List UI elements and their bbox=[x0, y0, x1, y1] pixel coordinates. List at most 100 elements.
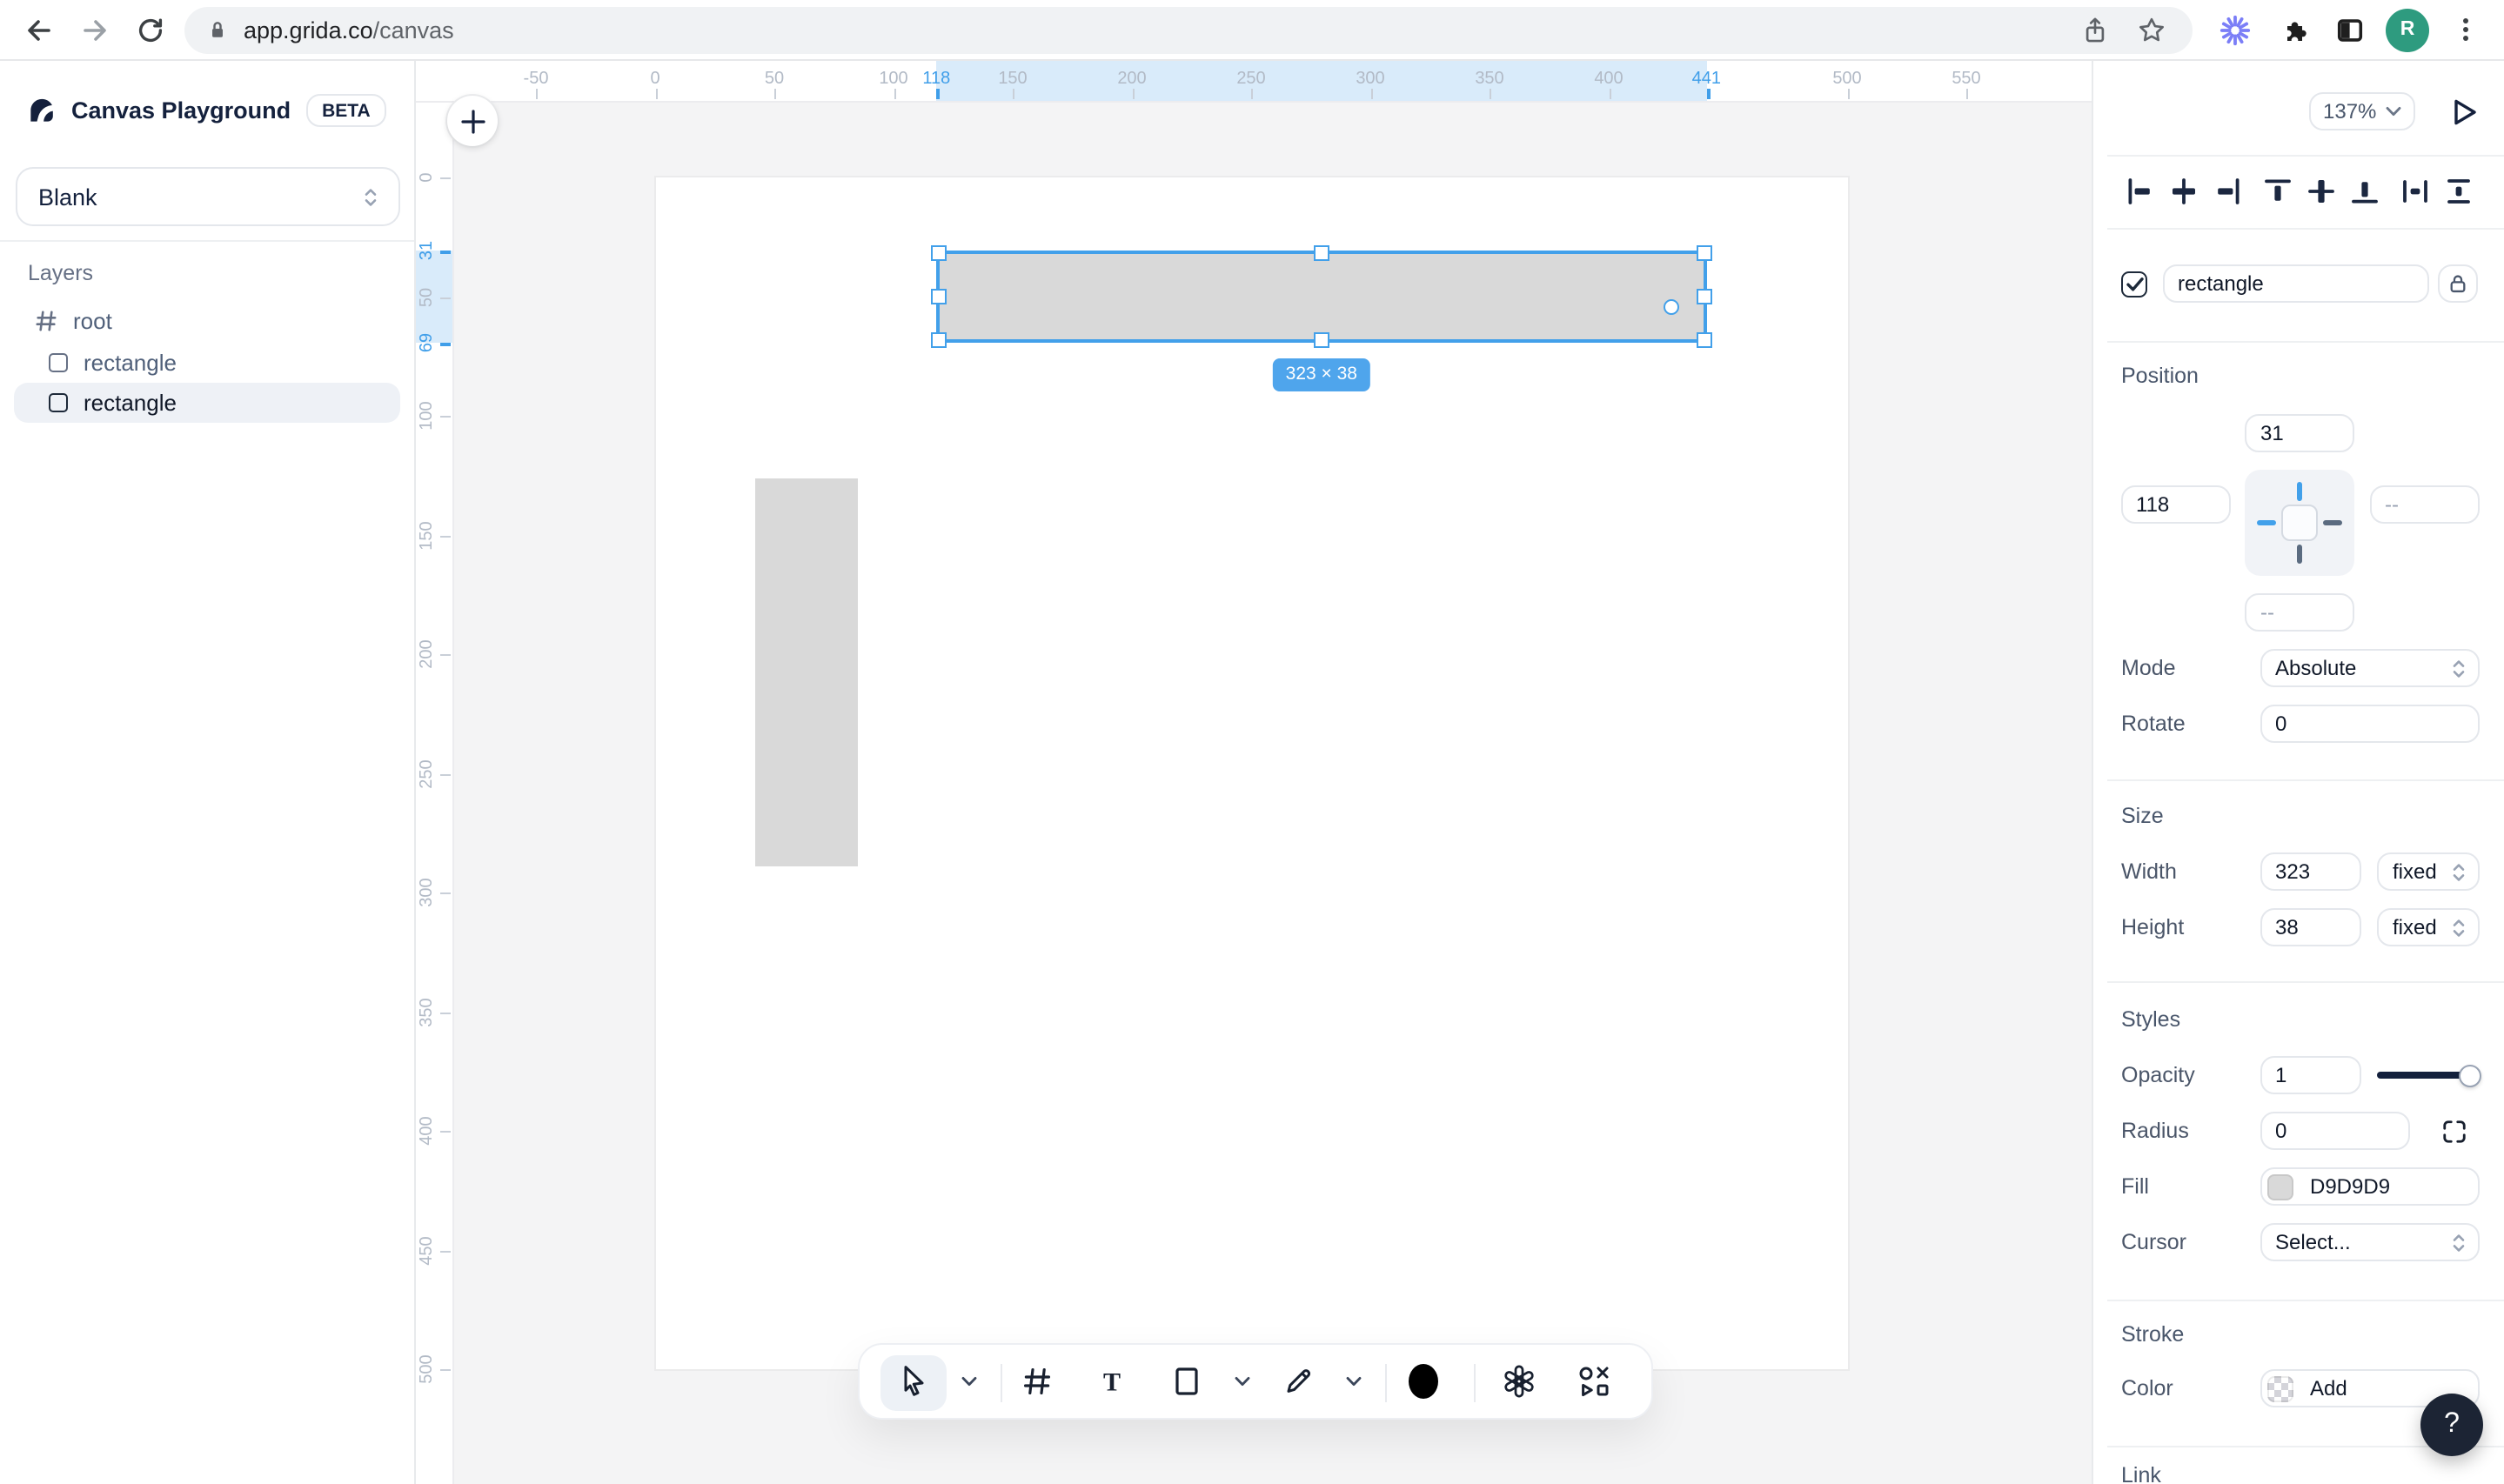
layer-row-root[interactable]: root bbox=[0, 297, 414, 343]
canvas-rectangle-selected[interactable] bbox=[930, 244, 1713, 349]
back-icon[interactable] bbox=[17, 9, 59, 50]
fill-label: Fill bbox=[2121, 1174, 2149, 1199]
grid-frame-tool[interactable] bbox=[1021, 1366, 1051, 1395]
resize-handle-bottom-right[interactable] bbox=[1697, 332, 1713, 349]
layer-row-rectangle-1[interactable]: rectangle bbox=[0, 339, 414, 384]
chevron-up-down-icon bbox=[2453, 659, 2465, 677]
resize-handle-top[interactable] bbox=[1313, 244, 1329, 261]
align-right-icon[interactable] bbox=[2213, 177, 2241, 205]
resize-handle-top-left[interactable] bbox=[930, 244, 947, 261]
position-right-input[interactable] bbox=[2369, 485, 2479, 524]
align-top-icon[interactable] bbox=[2264, 177, 2292, 205]
anchor-bottom-tick[interactable] bbox=[2297, 545, 2302, 564]
ellipse-dot-tool[interactable] bbox=[1407, 1362, 1438, 1399]
rectangle-tool-chevron-down-icon[interactable] bbox=[1234, 1375, 1249, 1386]
lock-icon bbox=[2450, 275, 2466, 293]
add-canvas-button[interactable] bbox=[447, 96, 498, 146]
address-bar[interactable]: app.grida.co/canvas bbox=[184, 6, 2193, 53]
url-text: app.grida.co/canvas bbox=[244, 17, 454, 43]
ruler-highlight-tick bbox=[936, 89, 941, 99]
position-heading: Position bbox=[2121, 364, 2199, 388]
height-mode-select[interactable]: fixed bbox=[2377, 908, 2480, 946]
help-button[interactable]: ? bbox=[2420, 1394, 2483, 1456]
radius-input[interactable] bbox=[2260, 1112, 2410, 1150]
align-bottom-icon[interactable] bbox=[2351, 177, 2379, 205]
panel-divider bbox=[2107, 155, 2504, 157]
forward-icon[interactable] bbox=[73, 9, 115, 50]
ruler-tick-mark bbox=[1251, 89, 1253, 99]
position-anchor-pad[interactable] bbox=[2245, 470, 2354, 576]
rectangle-tool[interactable] bbox=[1172, 1365, 1200, 1396]
text-tool[interactable]: T bbox=[1097, 1367, 1125, 1394]
selection-size-badge: 323 × 38 bbox=[1273, 358, 1369, 391]
fill-color-swatch[interactable] bbox=[2266, 1173, 2293, 1200]
ai-assistant-tool[interactable] bbox=[1501, 1363, 1536, 1398]
layer-label: rectangle bbox=[84, 390, 177, 416]
chevron-up-down-icon bbox=[2453, 1233, 2465, 1251]
anchor-left-tick[interactable] bbox=[2257, 520, 2276, 525]
resize-handle-bottom[interactable] bbox=[1313, 332, 1329, 349]
bookmark-star-icon[interactable] bbox=[2130, 9, 2172, 50]
transparent-swatch-icon bbox=[2266, 1375, 2293, 1401]
height-input[interactable] bbox=[2260, 908, 2360, 946]
position-left-input[interactable] bbox=[2120, 485, 2230, 524]
align-center-horizontal-icon[interactable] bbox=[2170, 177, 2198, 205]
cursor-tool-chevron-down-icon[interactable] bbox=[961, 1375, 976, 1386]
browser-menu-dots-icon[interactable] bbox=[2445, 9, 2487, 50]
zoom-level-select[interactable]: 137% bbox=[2309, 91, 2415, 130]
width-mode-select[interactable]: fixed bbox=[2377, 852, 2480, 891]
puzzle-extension-icon[interactable] bbox=[2271, 9, 2313, 50]
position-mode-select[interactable]: Absolute bbox=[2260, 649, 2480, 687]
anchor-right-tick[interactable] bbox=[2323, 520, 2342, 525]
template-select[interactable]: Blank bbox=[16, 167, 400, 226]
independent-corners-icon[interactable] bbox=[2440, 1118, 2467, 1144]
canvas-rectangle-unselected[interactable] bbox=[755, 478, 858, 866]
opacity-slider-track[interactable] bbox=[2377, 1072, 2469, 1079]
share-icon[interactable] bbox=[2074, 9, 2116, 50]
layer-name-input[interactable] bbox=[2162, 264, 2429, 303]
fill-color-control[interactable]: D9D9D9 bbox=[2260, 1167, 2480, 1206]
cursor-select[interactable]: Select... bbox=[2260, 1223, 2480, 1261]
panel-divider bbox=[2107, 1299, 2504, 1300]
distribute-vertical-icon[interactable] bbox=[2445, 177, 2473, 205]
ruler-tick-label: 200 bbox=[1117, 70, 1147, 89]
align-left-icon[interactable] bbox=[2126, 177, 2154, 205]
beta-badge: BETA bbox=[306, 94, 386, 127]
rotate-input[interactable] bbox=[2260, 705, 2480, 743]
side-panel-icon[interactable] bbox=[2328, 9, 2370, 50]
ruler-tick-mark bbox=[1132, 89, 1134, 99]
layer-row-rectangle-2-selected[interactable]: rectangle bbox=[14, 383, 400, 423]
opacity-slider-thumb[interactable] bbox=[2458, 1064, 2481, 1086]
layer-visible-checkbox[interactable] bbox=[2121, 271, 2147, 297]
app-header: Canvas Playground BETA bbox=[28, 94, 386, 127]
corner-radius-handle[interactable] bbox=[1663, 299, 1679, 316]
mode-label: Mode bbox=[2121, 656, 2176, 680]
profile-avatar[interactable]: R bbox=[2386, 8, 2429, 51]
ruler-tick-label: 150 bbox=[998, 70, 1028, 89]
width-input[interactable] bbox=[2260, 852, 2360, 891]
resize-handle-left[interactable] bbox=[930, 288, 947, 304]
resize-handle-bottom-left[interactable] bbox=[930, 332, 947, 349]
anchor-top-tick[interactable] bbox=[2297, 482, 2302, 501]
ruler-highlight-label: 69 bbox=[418, 331, 437, 352]
canvas-viewport[interactable]: 323 × 38 -50 0 50 100 150 200 250 300 350 400 500 5… bbox=[416, 61, 2092, 1484]
pencil-tool-chevron-down-icon[interactable] bbox=[1345, 1375, 1361, 1386]
ruler-tick-mark bbox=[1013, 89, 1014, 99]
radius-label: Radius bbox=[2121, 1119, 2189, 1143]
resize-handle-top-right[interactable] bbox=[1697, 244, 1713, 261]
play-button[interactable] bbox=[2447, 94, 2481, 129]
resize-handle-right[interactable] bbox=[1697, 288, 1713, 304]
reload-icon[interactable] bbox=[129, 9, 171, 50]
lock-layer-button[interactable] bbox=[2438, 264, 2478, 303]
distribute-horizontal-icon[interactable] bbox=[2401, 177, 2429, 205]
position-top-input[interactable] bbox=[2245, 414, 2354, 452]
extension-spinner-icon[interactable] bbox=[2213, 9, 2255, 50]
align-center-vertical-icon[interactable] bbox=[2307, 177, 2335, 205]
insert-shapes-tool[interactable] bbox=[1577, 1365, 1609, 1396]
pencil-tool[interactable] bbox=[1282, 1366, 1312, 1395]
ruler-tick-label: 400 bbox=[418, 1116, 437, 1146]
anchor-center-box[interactable] bbox=[2281, 505, 2318, 541]
position-bottom-input[interactable] bbox=[2245, 592, 2354, 631]
cursor-tool[interactable] bbox=[897, 1365, 928, 1396]
opacity-input[interactable] bbox=[2260, 1056, 2360, 1094]
